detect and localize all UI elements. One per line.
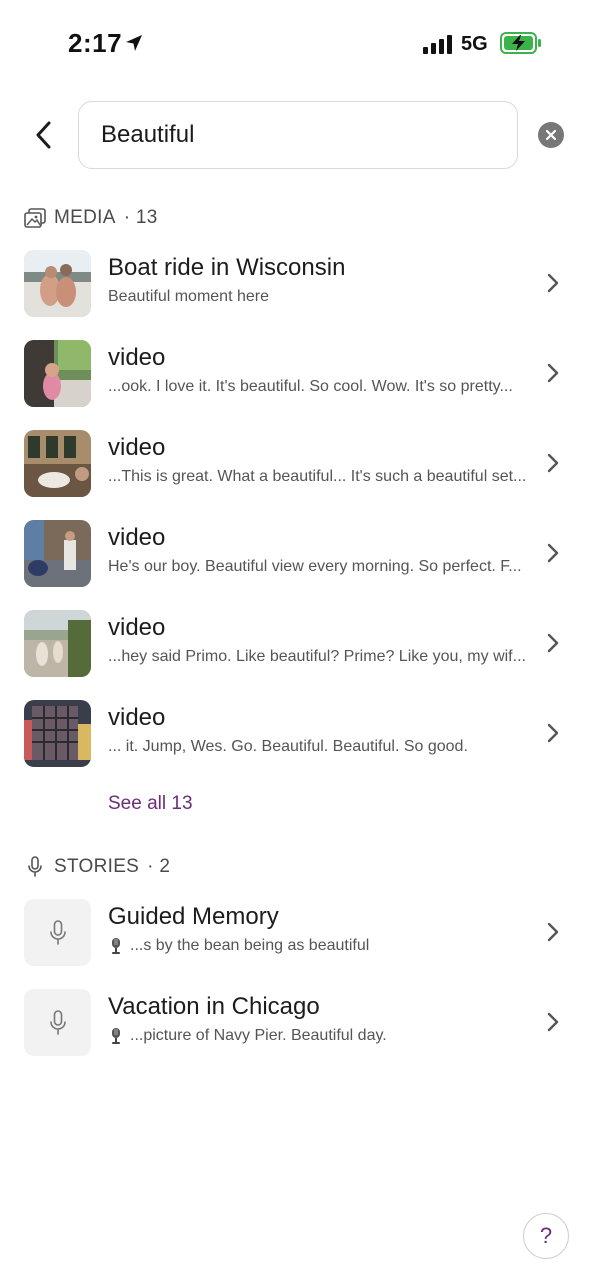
clear-search-button[interactable] <box>538 122 564 148</box>
help-button[interactable]: ? <box>523 1213 569 1259</box>
back-chevron-icon <box>36 121 51 149</box>
media-item-subtitle: ...hey said Primo. Like beautiful? Prime… <box>108 648 526 665</box>
microphone-icon <box>49 1009 66 1035</box>
media-icon <box>24 207 46 229</box>
media-thumbnail <box>24 340 91 407</box>
story-item-subtitle-row: ...picture of Navy Pier. Beautiful day. <box>108 1027 528 1045</box>
help-icon: ? <box>539 1223 553 1248</box>
media-section-header: MEDIA · 13 <box>24 207 158 229</box>
media-item-subtitle: Beautiful moment here <box>108 288 269 305</box>
story-item-subtitle: ...s by the bean being as beautiful <box>130 937 370 954</box>
story-item-subtitle: ...picture of Navy Pier. Beautiful day. <box>130 1027 387 1044</box>
battery-charging-icon <box>500 32 541 54</box>
media-item-title: video <box>108 434 166 461</box>
media-item[interactable]: video ...hey said Primo. Like beautiful?… <box>0 610 590 700</box>
media-thumbnail <box>24 250 91 317</box>
chevron-right-icon <box>547 723 559 743</box>
media-item[interactable]: video ...ook. I love it. It's beautiful.… <box>0 340 590 430</box>
media-item[interactable]: video ... it. Jump, Wes. Go. Beautiful. … <box>0 700 590 790</box>
media-item-title: Boat ride in Wisconsin <box>108 254 346 281</box>
status-time: 2:17 <box>68 28 123 58</box>
media-item-title: video <box>108 704 166 731</box>
media-thumbnail <box>24 700 91 767</box>
story-item[interactable]: Guided Memory ...s by the bean being as … <box>0 899 590 989</box>
chevron-right-icon <box>547 363 559 383</box>
search-input[interactable] <box>79 102 517 168</box>
microphone-icon <box>49 919 66 945</box>
chevron-right-icon <box>547 543 559 563</box>
search-box[interactable] <box>78 101 518 169</box>
story-item-subtitle-row: ...s by the bean being as beautiful <box>108 937 528 955</box>
signal-icon <box>423 35 452 54</box>
media-item-title: video <box>108 344 166 371</box>
story-item-title: Vacation in Chicago <box>108 993 320 1020</box>
stories-section-header: STORIES · 2 <box>24 856 170 878</box>
media-item-subtitle: ...ook. I love it. It's beautiful. So co… <box>108 378 513 395</box>
story-item[interactable]: Vacation in Chicago ...picture of Navy P… <box>0 989 590 1079</box>
media-item[interactable]: video ...This is great. What a beautiful… <box>0 430 590 520</box>
clear-icon <box>545 129 557 141</box>
media-thumbnail <box>24 610 91 677</box>
stories-section-label: STORIES <box>54 856 140 877</box>
back-button[interactable] <box>28 118 58 152</box>
media-section-label: MEDIA <box>54 207 116 228</box>
chevron-right-icon <box>547 453 559 473</box>
microphone-icon <box>24 856 46 878</box>
chevron-right-icon <box>547 633 559 653</box>
media-item-title: video <box>108 524 166 551</box>
media-item-subtitle: He's our boy. Beautiful view every morni… <box>108 558 522 575</box>
story-thumbnail <box>24 989 91 1056</box>
story-item-title: Guided Memory <box>108 903 279 930</box>
media-item[interactable]: Boat ride in Wisconsin Beautiful moment … <box>0 250 590 340</box>
media-item-subtitle: ... it. Jump, Wes. Go. Beautiful. Beauti… <box>108 738 468 755</box>
location-arrow-icon <box>126 35 142 51</box>
media-item-title: video <box>108 614 166 641</box>
story-thumbnail <box>24 899 91 966</box>
media-item[interactable]: video He's our boy. Beautiful view every… <box>0 520 590 610</box>
chevron-right-icon <box>547 273 559 293</box>
network-type: 5G <box>461 33 488 55</box>
see-all-media-link[interactable]: See all 13 <box>108 793 193 815</box>
mic-emoji-icon <box>112 1028 120 1044</box>
media-thumbnail <box>24 430 91 497</box>
stories-section-count: · 2 <box>147 856 171 877</box>
status-bar: 2:17 5G <box>0 0 590 90</box>
media-item-subtitle: ...This is great. What a beautiful... It… <box>108 468 527 485</box>
chevron-right-icon <box>547 1012 559 1032</box>
media-section-count: · 13 <box>123 207 158 228</box>
mic-emoji-icon <box>112 938 120 954</box>
chevron-right-icon <box>547 922 559 942</box>
media-thumbnail <box>24 520 91 587</box>
